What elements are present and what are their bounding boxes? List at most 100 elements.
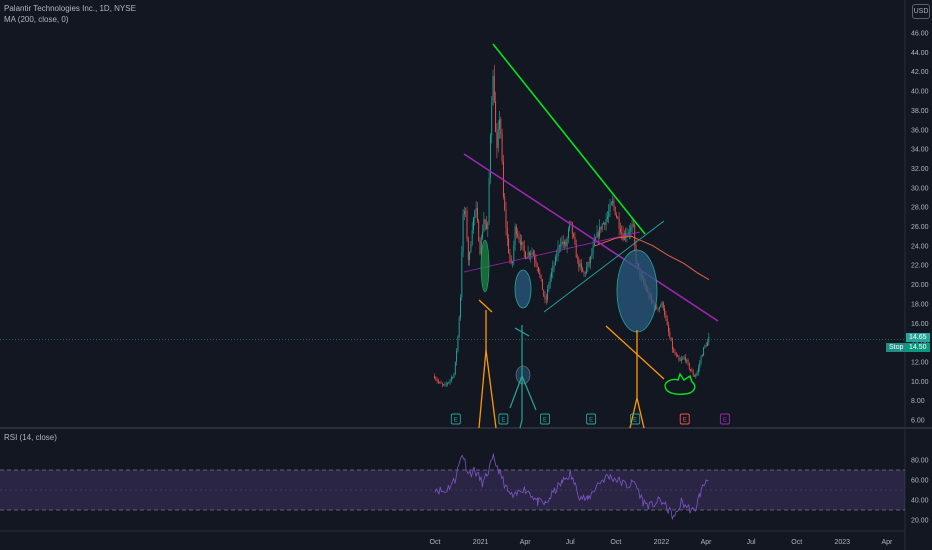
candle-body: [444, 384, 446, 385]
candle: [584, 271, 586, 278]
candle: [530, 250, 532, 263]
candle: [491, 96, 493, 144]
earnings-marker: E: [586, 413, 597, 425]
candle: [536, 262, 538, 272]
time-tick-label: Oct: [791, 539, 802, 546]
candle: [616, 212, 617, 219]
candle: [699, 360, 701, 372]
candle-body: [612, 200, 614, 203]
candle: [697, 364, 699, 376]
candle: [564, 239, 565, 250]
candle-body: [453, 373, 455, 378]
rsi-tick-label: 60.00: [911, 478, 929, 485]
candle-body: [606, 216, 608, 220]
candle-body: [536, 263, 538, 268]
candle: [567, 226, 569, 244]
candle-body: [527, 252, 529, 258]
candle-body: [705, 345, 707, 347]
candle-body: [482, 231, 484, 239]
candle: [684, 353, 686, 364]
candle-body: [613, 200, 615, 207]
candle-body: [691, 370, 693, 372]
orange-annotation-line: [485, 349, 497, 429]
symbol-legend[interactable]: Palantir Technologies Inc., 1D, NYSE: [4, 4, 136, 13]
candle: [605, 212, 607, 231]
candle-body: [505, 209, 507, 228]
candle-body: [461, 252, 463, 298]
candle: [674, 348, 676, 356]
candle: [452, 376, 454, 380]
candle-body: [478, 220, 480, 242]
candle: [670, 337, 672, 342]
candle: [614, 206, 616, 216]
candle: [610, 201, 612, 206]
candle: [683, 355, 685, 360]
price-tick-label: 46.00: [911, 31, 929, 38]
candle-body: [592, 245, 594, 254]
candle-body: [631, 224, 633, 228]
time-axis: Oct 2021 Apr Jul Oct 2022 Apr Jul Oct 2023 Apr: [0, 530, 905, 546]
time-tick-label: 2023: [835, 539, 851, 546]
candle: [587, 261, 589, 272]
candle-body: [688, 363, 690, 370]
candle: [527, 245, 529, 259]
candle: [540, 274, 542, 282]
candle-body: [452, 377, 454, 379]
candle: [574, 231, 576, 246]
rsi-legend[interactable]: RSI (14, close): [4, 433, 57, 442]
candle-body: [692, 371, 694, 376]
candle: [519, 233, 521, 251]
candle-body: [528, 252, 530, 256]
candle: [548, 281, 550, 293]
time-tick-label: Apr: [881, 539, 893, 546]
candle-body: [564, 241, 565, 245]
candle-body: [601, 224, 603, 230]
candle-body: [499, 119, 500, 129]
candle-body: [684, 357, 686, 361]
candle: [473, 216, 474, 234]
candle-body: [662, 302, 664, 309]
candle-body: [656, 306, 658, 309]
candle-body: [627, 232, 629, 235]
earnings-markers[interactable]: EEEEEEE: [450, 413, 730, 425]
candle: [579, 259, 581, 271]
candle: [553, 261, 555, 273]
candle-body: [465, 211, 467, 212]
candle: [612, 195, 614, 207]
candle-body: [660, 305, 662, 307]
user-drawings[interactable]: [463, 43, 719, 429]
candle-body: [437, 380, 439, 383]
candle-body: [544, 295, 546, 299]
candle: [583, 270, 585, 278]
candle: [522, 241, 524, 251]
candle: [441, 382, 443, 388]
candle-body: [535, 260, 537, 264]
rsi-tick-label: 80.00: [911, 458, 929, 465]
candle-body: [632, 224, 634, 226]
green-trendline: [492, 43, 646, 235]
candle-body: [471, 229, 473, 245]
candle: [492, 69, 494, 106]
blue-ellipse-small: [514, 269, 532, 309]
chart-canvas[interactable]: 6.008.0010.0012.0014.0016.0018.0020.0022…: [0, 0, 932, 550]
candle: [590, 255, 591, 270]
time-tick-label: 2021: [473, 539, 489, 546]
candle: [502, 154, 504, 200]
candle: [493, 64, 495, 103]
candle-body: [687, 359, 689, 364]
currency-button[interactable]: USD: [912, 4, 930, 19]
candle: [686, 358, 688, 364]
candle-body: [492, 75, 494, 106]
price-tick-label: 26.00: [911, 224, 929, 231]
candle: [457, 335, 459, 353]
ma-legend[interactable]: MA (200, close, 0): [4, 15, 68, 24]
candle-body: [552, 266, 554, 272]
price-tick-label: 8.00: [911, 398, 925, 405]
candle: [462, 208, 464, 258]
candle-body: [449, 379, 451, 382]
candle-body: [441, 383, 443, 385]
candle-body: [469, 252, 471, 260]
candle-body: [523, 245, 525, 252]
price-tick-label: 20.00: [911, 282, 929, 289]
candle-body: [530, 253, 532, 256]
